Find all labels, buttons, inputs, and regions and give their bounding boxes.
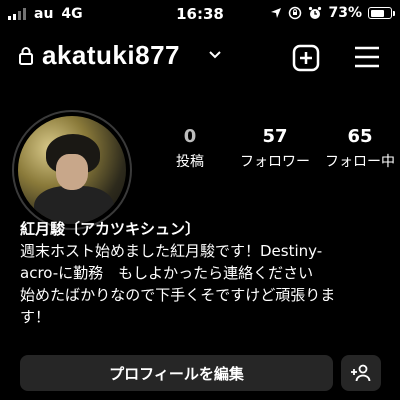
edit-profile-button[interactable]: プロフィールを編集 — [20, 355, 333, 391]
posts-label: 投稿 — [176, 154, 204, 170]
menu-icon[interactable] — [354, 46, 380, 68]
status-right: 73% — [270, 5, 395, 21]
new-post-icon[interactable] — [292, 44, 320, 72]
following-count: 65 — [347, 126, 373, 147]
profile-stats: 0 投稿 57 フォロワー 65 フォロー中 — [150, 126, 400, 176]
status-bar: au 4G 16:38 73% — [0, 0, 400, 28]
lock-icon — [19, 47, 33, 65]
followers-count: 57 — [262, 126, 288, 147]
following-stat[interactable]: 65 フォロー中 — [315, 126, 400, 171]
posts-count: 0 — [183, 126, 197, 147]
followers-label: フォロワー — [240, 154, 310, 170]
battery-percent: 73% — [328, 5, 362, 21]
profile-display-name: 紅月駿〔アカツキシュン〕 — [20, 220, 201, 238]
battery-icon — [368, 7, 395, 19]
battery-fill — [370, 9, 384, 17]
add-person-icon — [351, 364, 371, 382]
avatar-photo — [18, 116, 126, 224]
username[interactable]: akatuki877 — [42, 40, 180, 71]
location-arrow-icon — [271, 8, 282, 18]
followers-stat[interactable]: 57 フォロワー — [230, 126, 320, 171]
alarm-icon — [309, 6, 322, 19]
edit-profile-label: プロフィールを編集 — [109, 364, 244, 383]
rotation-lock-icon — [289, 6, 302, 20]
profile-header: akatuki877 — [0, 36, 400, 80]
following-label: フォロー中 — [325, 154, 395, 170]
chevron-down-icon[interactable] — [208, 50, 222, 60]
discover-people-button[interactable] — [341, 355, 381, 391]
profile-avatar[interactable] — [12, 110, 132, 230]
posts-stat: 0 投稿 — [160, 126, 220, 171]
profile-bio: 週末ホスト始めました紅月駿です！Destiny- acro-に勤務 もしよかった… — [20, 242, 336, 326]
